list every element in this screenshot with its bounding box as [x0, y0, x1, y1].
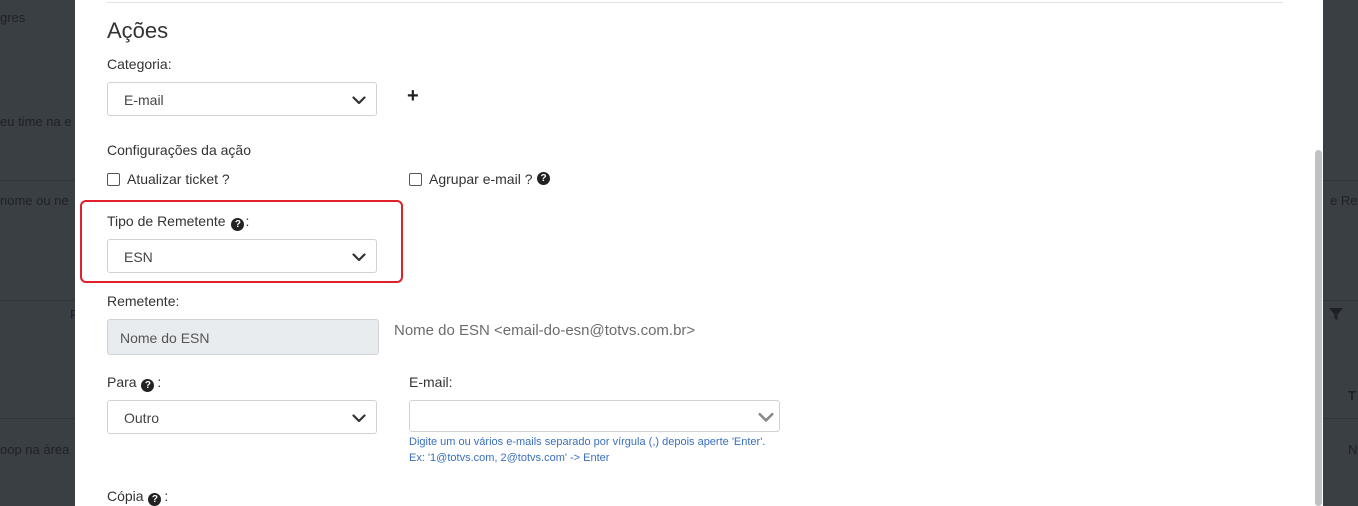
section-heading-acoes: Ações — [107, 18, 169, 43]
remetente-preview: Nome do ESN <email-do-esn@totvs.com.br> — [394, 322, 696, 339]
email-multiselect-input[interactable] — [409, 400, 780, 432]
help-icon[interactable]: ? — [141, 379, 155, 392]
para-select-value: Outro — [124, 410, 160, 426]
help-icon[interactable]: ? — [231, 218, 245, 231]
background-divider — [0, 180, 75, 181]
copia-label: Cópia ? : — [107, 488, 169, 506]
scrollbar-thumb[interactable] — [1315, 150, 1322, 506]
background-divider — [1322, 300, 1358, 301]
chevron-down-icon[interactable] — [758, 409, 774, 425]
email-label: E-mail: — [409, 374, 453, 390]
background-right-panel: e Re T N — [1322, 0, 1358, 506]
filter-icon — [1328, 306, 1344, 325]
para-colon: : — [153, 374, 162, 390]
chevron-down-icon — [352, 253, 366, 262]
email-hint-line2: Ex: '1@totvs.com, 2@totvs.com' -> Enter — [409, 452, 610, 464]
agrupar-email-label: Agrupar e-mail ? — [429, 171, 533, 187]
background-text: N — [1348, 442, 1358, 457]
copia-colon: : — [160, 488, 169, 504]
tipo-remetente-select[interactable]: ESN — [107, 239, 377, 273]
background-text: eu time na e — [0, 114, 72, 129]
chevron-down-icon — [352, 414, 366, 423]
section-divider — [107, 2, 1283, 3]
tipo-remetente-colon: : — [245, 213, 250, 229]
add-category-button[interactable]: + — [407, 86, 419, 106]
categoria-label: Categoria: — [107, 56, 172, 72]
help-icon[interactable]: ? — [537, 172, 550, 185]
agrupar-email-checkbox[interactable] — [409, 173, 422, 186]
background-text: e Re — [1330, 193, 1358, 208]
remetente-input: Nome do ESN — [107, 319, 379, 355]
config-acao-label: Configurações da ação — [107, 142, 251, 158]
background-text: nome ou ne — [0, 193, 69, 208]
tipo-remetente-label: Tipo de Remetente ?: — [107, 213, 250, 231]
remetente-label: Remetente: — [107, 293, 180, 309]
chevron-down-icon — [352, 96, 366, 105]
modal-dialog: Ações Categoria: E-mail + Configurações … — [75, 0, 1323, 506]
tipo-remetente-select-value: ESN — [124, 249, 153, 265]
remetente-input-value: Nome do ESN — [120, 330, 210, 346]
background-text: T — [1348, 388, 1356, 403]
background-divider — [0, 418, 75, 419]
help-icon[interactable]: ? — [148, 493, 162, 506]
para-label: Para ? : — [107, 374, 162, 392]
background-divider — [1322, 180, 1358, 181]
tipo-remetente-label-text: Tipo de Remetente — [107, 213, 226, 229]
para-label-text: Para — [107, 374, 137, 390]
background-divider — [1322, 418, 1358, 419]
categoria-select-value: E-mail — [124, 92, 164, 108]
background-text: gres — [0, 10, 26, 25]
background-divider — [0, 300, 75, 301]
para-select[interactable]: Outro — [107, 400, 377, 434]
categoria-select[interactable]: E-mail — [107, 82, 377, 116]
background-text: oop na área — [0, 442, 70, 457]
copia-label-text: Cópia — [107, 488, 144, 504]
email-hint-line1: Digite um ou vários e-mails separado por… — [409, 436, 766, 448]
atualizar-ticket-checkbox[interactable] — [107, 173, 120, 186]
atualizar-ticket-label: Atualizar ticket ? — [127, 171, 230, 187]
